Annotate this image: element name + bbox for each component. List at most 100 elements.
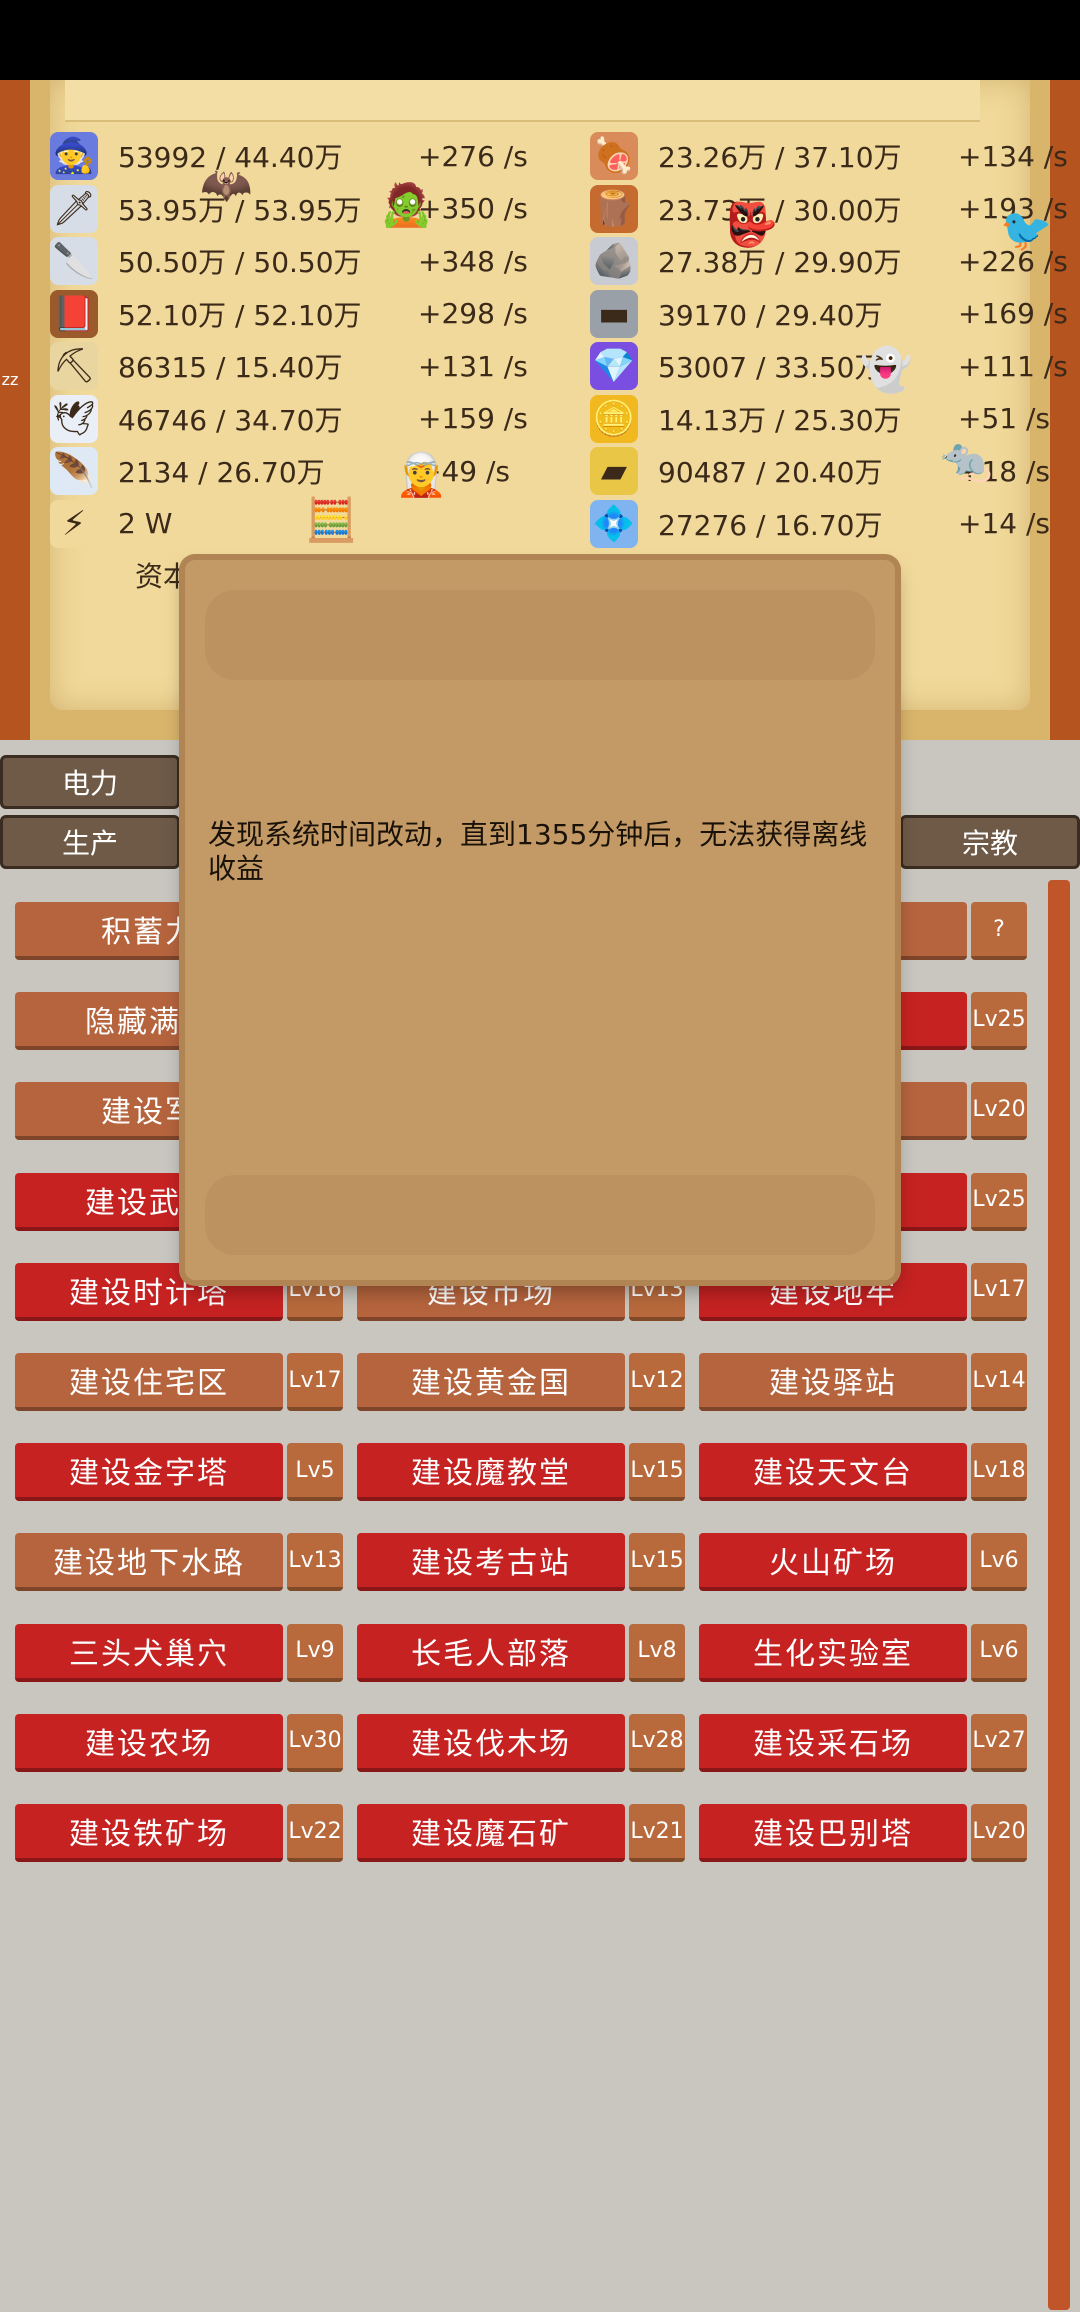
building-level-badge[interactable]: Lv12 <box>629 1353 685 1411</box>
building-level-badge[interactable]: Lv15 <box>629 1533 685 1592</box>
building-button[interactable]: 建设黄金国 <box>357 1353 625 1411</box>
notice-popup[interactable]: 发现系统时间改动，直到1355分钟后，无法获得离线收益 <box>185 560 895 1280</box>
resource-row: 🕊 46746 / 34.70万 +159 /s <box>50 393 538 445</box>
building-level-badge[interactable]: Lv13 <box>287 1533 343 1592</box>
resource-row: ⛏ 86315 / 15.40万 +131 /s <box>50 340 538 392</box>
building-level-badge[interactable]: ? <box>971 902 1027 960</box>
tab-power[interactable]: 电力 <box>0 755 180 809</box>
wood-log-icon: 🪵 <box>590 184 638 233</box>
building-level-badge[interactable]: Lv6 <box>971 1623 1027 1682</box>
resource-amount: 2134 / 26.70万 <box>118 456 325 489</box>
building-row: 建设金字塔 Lv5 建设魔教堂 Lv15 建设天文台 Lv18 <box>15 1443 1041 1502</box>
building-button[interactable]: 建设地下水路 <box>15 1533 283 1592</box>
building-button[interactable]: 建设魔石矿 <box>357 1804 625 1862</box>
building-button[interactable]: 建设考古站 <box>357 1533 625 1592</box>
building-level-badge[interactable]: Lv9 <box>287 1623 343 1682</box>
building-button[interactable]: 建设巴别塔 <box>699 1804 967 1862</box>
crow-sprite-icon: 🐦 <box>1000 205 1053 254</box>
building-level-badge[interactable]: Lv20 <box>971 1804 1027 1862</box>
building-level-badge[interactable]: Lv14 <box>971 1353 1027 1411</box>
building-level-badge[interactable]: Lv20 <box>971 1082 1027 1141</box>
purple-crystal-icon: 💎 <box>590 342 638 390</box>
building-level-badge[interactable]: Lv25 <box>971 1172 1027 1231</box>
stone-icon: 🪨 <box>590 237 638 285</box>
resource-row: 🪶 2134 / 26.70万 +49 /s <box>50 445 538 497</box>
resource-amount: 14.13万 / 25.30万 <box>658 403 902 437</box>
ghost-sprite-icon: 👻 <box>860 345 913 394</box>
sword-icon: 🗡 <box>50 184 98 233</box>
feather-icon: 🪶 <box>50 447 98 495</box>
building-button[interactable]: 长毛人部落 <box>357 1623 625 1682</box>
resource-row: ▰ 90487 / 20.40万 +18 /s <box>590 445 1078 497</box>
building-level-badge[interactable]: Lv18 <box>971 1443 1027 1502</box>
iron-ingot-icon: ▬ <box>590 289 638 338</box>
sleep-button[interactable]: zz <box>0 350 30 410</box>
resource-rate: +298 /s <box>418 297 528 330</box>
calculator-icon[interactable]: 🧮 <box>305 495 357 545</box>
building-level-badge[interactable]: Lv6 <box>971 1533 1027 1592</box>
tab-production[interactable]: 生产 <box>0 815 180 869</box>
building-row: 建设住宅区 Lv17 建设黄金国 Lv12 建设驿站 Lv14 <box>15 1353 1041 1411</box>
resource-amount: 52.10万 / 52.10万 <box>118 298 362 332</box>
gold-bar-icon: ▰ <box>590 447 638 495</box>
building-level-badge[interactable]: Lv27 <box>971 1713 1027 1772</box>
resource-amount: 39170 / 29.40万 <box>658 298 883 332</box>
wizard-hat-icon: 🧙 <box>50 132 98 180</box>
book-icon: 📕 <box>50 289 98 338</box>
diamond-icon: 💠 <box>590 499 638 548</box>
building-button[interactable]: 生化实验室 <box>699 1623 967 1682</box>
building-button[interactable]: 建设金字塔 <box>15 1443 283 1502</box>
building-level-badge[interactable]: Lv15 <box>629 1443 685 1502</box>
resource-top-strip <box>65 80 980 122</box>
building-button[interactable]: 建设铁矿场 <box>15 1804 283 1862</box>
building-level-badge[interactable]: Lv25 <box>971 992 1027 1051</box>
building-button[interactable]: 建设住宅区 <box>15 1353 283 1411</box>
resource-row: 💎 53007 / 33.50万 +111 /s <box>590 340 1078 392</box>
pickaxe-icon: ⛏ <box>50 342 98 390</box>
gold-coin-icon: 🪙 <box>590 394 638 443</box>
building-level-badge[interactable]: Lv30 <box>287 1713 343 1772</box>
building-level-badge[interactable]: Lv21 <box>629 1804 685 1862</box>
resource-rate: +159 /s <box>418 402 528 435</box>
meat-icon: 🍖 <box>590 132 638 180</box>
building-level-badge[interactable]: Lv17 <box>287 1353 343 1411</box>
girl-sprite-icon: 🧝 <box>395 450 448 499</box>
resource-amount: 53992 / 44.40万 <box>118 141 343 174</box>
resource-row: 🍖 23.26万 / 37.10万 +134 /s <box>590 130 1078 182</box>
resource-row: 🪙 14.13万 / 25.30万 +51 /s <box>590 393 1078 445</box>
building-button[interactable]: 建设天文台 <box>699 1443 967 1502</box>
building-level-badge[interactable]: Lv22 <box>287 1804 343 1862</box>
building-row: 建设地下水路 Lv13 建设考古站 Lv15 火山矿场 Lv6 <box>15 1533 1041 1592</box>
resource-row: 🧙 53992 / 44.40万 +276 /s <box>50 130 538 182</box>
building-button[interactable]: 建设驿站 <box>699 1353 967 1411</box>
building-row: 三头犬巢穴 Lv9 长毛人部落 Lv8 生化实验室 Lv6 <box>15 1623 1041 1682</box>
building-button[interactable]: 三头犬巢穴 <box>15 1623 283 1682</box>
resource-amount: 53007 / 33.50万 <box>658 351 883 384</box>
building-level-badge[interactable]: Lv28 <box>629 1713 685 1772</box>
resource-amount: 23.26万 / 37.10万 <box>658 141 902 174</box>
resource-row: 🔪 50.50万 / 50.50万 +348 /s <box>50 235 538 287</box>
scroll-rail[interactable] <box>1048 880 1070 2310</box>
resource-rate: +14 /s <box>958 507 1051 540</box>
resource-row: 📕 52.10万 / 52.10万 +298 /s <box>50 288 538 340</box>
building-button[interactable]: 建设伐木场 <box>357 1713 625 1772</box>
building-button[interactable]: 建设魔教堂 <box>357 1443 625 1502</box>
resource-note: 资本 <box>135 560 192 593</box>
resource-rate: +169 /s <box>958 297 1068 330</box>
building-level-badge[interactable]: Lv17 <box>971 1262 1027 1321</box>
building-button[interactable]: 建设采石场 <box>699 1713 967 1772</box>
building-level-badge[interactable]: Lv5 <box>287 1443 343 1502</box>
resource-rate: +111 /s <box>958 349 1068 383</box>
building-button[interactable]: 火山矿场 <box>699 1533 967 1592</box>
tab-religion[interactable]: 宗教 <box>900 815 1080 869</box>
resource-rate: +134 /s <box>958 139 1068 173</box>
resource-rate: +131 /s <box>418 349 528 383</box>
popup-message: 发现系统时间改动，直到1355分钟后，无法获得离线收益 <box>208 818 868 885</box>
building-level-badge[interactable]: Lv8 <box>629 1623 685 1682</box>
lightning-icon: ⚡ <box>50 499 98 548</box>
resource-rate: +276 /s <box>418 139 528 173</box>
resource-row: 💠 27276 / 16.70万 +14 /s <box>590 498 1078 550</box>
wings-icon: 🕊 <box>50 394 98 443</box>
resource-amount: 27.38万 / 29.90万 <box>658 246 902 279</box>
building-button[interactable]: 建设农场 <box>15 1713 283 1772</box>
